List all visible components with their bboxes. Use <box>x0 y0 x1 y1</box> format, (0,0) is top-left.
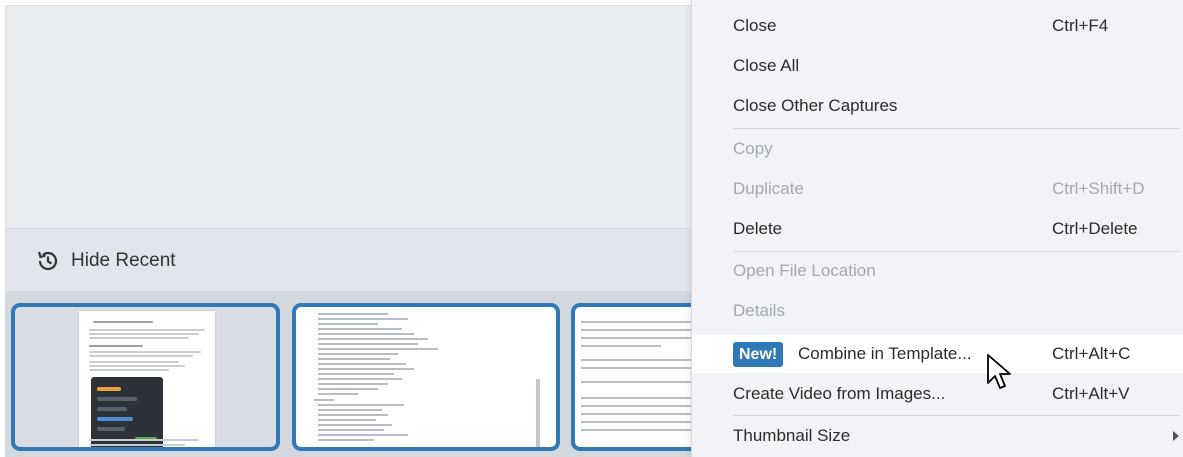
hide-recent-label: Hide Recent <box>71 250 176 271</box>
mouse-cursor-icon <box>987 354 1011 389</box>
menu-item-combine-in-template[interactable]: New! Combine in Template... Ctrl+Alt+C <box>692 335 1183 373</box>
thumbnail-2[interactable] <box>292 303 560 451</box>
thumbnail-doc-preview <box>79 311 215 447</box>
hide-recent-button[interactable]: Hide Recent <box>35 249 176 273</box>
thumbnail-code-preview <box>306 309 546 447</box>
menu-separator <box>733 128 1180 129</box>
menu-item-shortcut: Ctrl+Alt+V <box>1052 384 1130 403</box>
menu-item-label: Close All <box>733 56 800 75</box>
menu-item-details[interactable]: Details <box>692 292 1183 330</box>
menu-item-copy[interactable]: Copy <box>692 130 1183 168</box>
menu-item-label: Delete <box>733 219 783 238</box>
menu-item-open-file-location[interactable]: Open File Location <box>692 252 1183 290</box>
menu-item-create-video-from-images[interactable]: Create Video from Images... Ctrl+Alt+V <box>692 375 1183 413</box>
menu-item-thumbnail-size[interactable]: Thumbnail Size <box>692 417 1183 455</box>
recent-thumbnails-tray <box>5 291 711 457</box>
submenu-arrow-icon <box>1173 431 1179 441</box>
menu-item-label: Close Other Captures <box>733 96 898 115</box>
menu-separator <box>733 415 1180 416</box>
thumbnail-scrollbar <box>536 379 540 447</box>
menu-item-shortcut: Ctrl+Shift+D <box>1052 179 1145 198</box>
menu-item-label: Details <box>733 301 785 320</box>
menu-item-label: Thumbnail Size <box>733 426 851 445</box>
thumbnail-1[interactable] <box>11 303 280 451</box>
capture-canvas[interactable] <box>5 5 706 228</box>
context-menu: Close Ctrl+F4 Close All Close Other Capt… <box>691 0 1183 457</box>
new-badge: New! <box>733 342 784 367</box>
menu-item-label: Create Video from Images... <box>733 384 946 403</box>
menu-item-shortcut: Ctrl+F4 <box>1052 16 1109 35</box>
recent-tray-header: Hide Recent <box>5 228 705 291</box>
menu-item-delete[interactable]: Delete Ctrl+Delete <box>692 210 1183 248</box>
menu-item-label: Open File Location <box>733 261 876 280</box>
menu-item-close[interactable]: Close Ctrl+F4 <box>692 7 1183 45</box>
menu-item-close-all[interactable]: Close All <box>692 47 1183 85</box>
history-icon <box>37 251 58 271</box>
thumbnail-3[interactable] <box>571 303 711 451</box>
menu-item-label: Copy <box>733 139 773 158</box>
menu-item-label: Combine in Template... <box>798 344 972 363</box>
menu-item-shortcut: Ctrl+Delete <box>1052 219 1138 238</box>
menu-item-label: Close <box>733 16 777 35</box>
menu-item-shortcut: Ctrl+Alt+C <box>1052 344 1131 363</box>
menu-item-label: Duplicate <box>733 179 804 198</box>
menu-item-close-other-captures[interactable]: Close Other Captures <box>692 87 1183 125</box>
menu-item-duplicate[interactable]: Duplicate Ctrl+Shift+D <box>692 170 1183 208</box>
app-window: Hide Recent Close Ctrl+F4 Close All Clos… <box>0 0 1183 457</box>
